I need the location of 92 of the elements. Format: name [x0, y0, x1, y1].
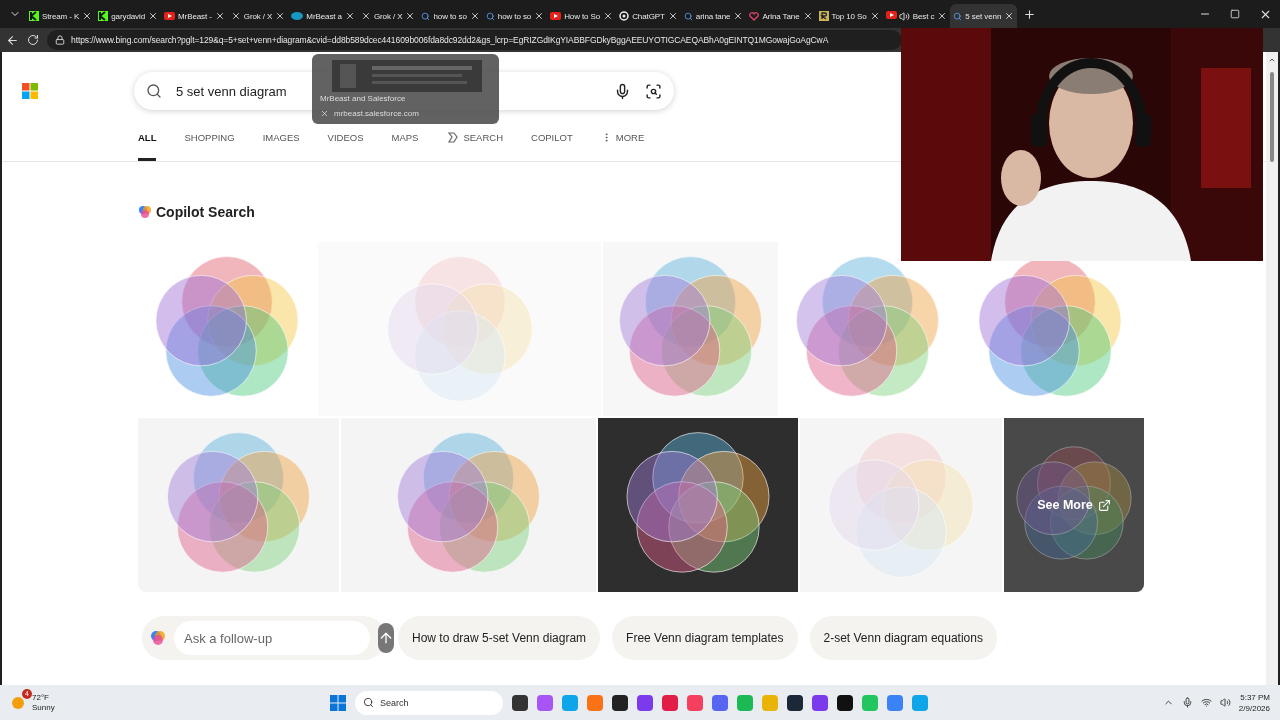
browser-tab[interactable]: MrBeast -	[161, 4, 228, 28]
close-icon[interactable]	[344, 11, 355, 21]
maximize-icon	[1230, 9, 1240, 19]
browser-tab[interactable]: How to So	[547, 4, 617, 28]
close-icon[interactable]	[148, 11, 159, 21]
nav-tab[interactable]: SHOPPING	[184, 116, 235, 161]
new-tab-button[interactable]	[1023, 7, 1037, 21]
back-button[interactable]	[6, 33, 19, 47]
nav-tab[interactable]: MORE	[600, 116, 645, 161]
search-icon	[683, 11, 693, 21]
close-icon[interactable]	[733, 11, 744, 21]
browser-tab[interactable]: Stream - K	[26, 4, 96, 28]
microphone-icon[interactable]	[614, 82, 631, 100]
browser-tab[interactable]: how to so	[418, 4, 483, 28]
close-icon[interactable]	[469, 11, 480, 21]
search-icon	[953, 11, 963, 21]
suggestion-chip[interactable]: Free Venn diagram templates	[612, 616, 798, 660]
temperature: 72°F	[32, 692, 50, 703]
suggestion-chip[interactable]: 2-set Venn diagram equations	[809, 616, 997, 660]
speaker-icon[interactable]	[1219, 697, 1231, 708]
knot-logo-icon	[619, 11, 630, 21]
browser-tab[interactable]: Arina Tane	[746, 4, 816, 28]
nav-tab[interactable]: IMAGES	[262, 116, 300, 161]
app-icon[interactable]	[837, 694, 853, 711]
x-logo-icon	[230, 11, 241, 21]
search-icon	[363, 697, 374, 708]
copilot-logo-icon	[150, 630, 166, 646]
k-logo-icon	[29, 11, 39, 21]
taskbar-search-field[interactable]: Search	[355, 690, 503, 715]
app-icon[interactable]	[612, 694, 628, 711]
search-icon	[421, 11, 431, 21]
close-icon[interactable]	[275, 11, 286, 21]
preview-title: MrBeast and Salesforce	[320, 94, 406, 103]
lock-icon	[55, 35, 65, 45]
close-icon[interactable]	[214, 11, 225, 21]
weather-condition: Sunny	[32, 702, 55, 713]
browser-tab[interactable]: Top 10 So	[815, 4, 883, 28]
nav-tab[interactable]: ALL	[138, 116, 157, 161]
sun-icon	[10, 694, 26, 711]
heart-icon	[749, 11, 760, 21]
play-icon	[885, 10, 897, 19]
search-icon	[146, 83, 162, 99]
browser-tab[interactable]: Grok / X	[357, 4, 419, 28]
send-button[interactable]	[378, 623, 394, 653]
address-bar[interactable]: https://www.bing.com/search?pglt=129&q=5+set+venn+diagram&cvid=dd8b589dcec441609b006fda8dc92dd2&gs_lcrp=EgRIZGdIKgYIABBFGDkyBggAEEUYOTIGCAEQABhA0gEINTQ1MGowajGoAgCwA	[47, 30, 902, 50]
browser-tab[interactable]: Best c	[882, 4, 951, 28]
windows-logo-icon	[22, 83, 38, 99]
camera-search-icon[interactable]	[645, 82, 662, 100]
x-logo-icon	[360, 11, 371, 21]
close-icon[interactable]	[667, 11, 678, 21]
close-icon[interactable]	[82, 11, 93, 21]
x-logo-icon	[320, 109, 329, 118]
start-icon[interactable]	[330, 694, 346, 711]
browser-tab[interactable]: MrBeast a	[288, 4, 358, 28]
see-more-link[interactable]: See More	[1004, 418, 1144, 592]
cloud-icon	[291, 12, 304, 20]
section-title: Copilot Search	[156, 204, 255, 220]
app-icon[interactable]	[787, 694, 803, 711]
play-icon	[550, 12, 562, 20]
plus-icon	[1023, 7, 1037, 21]
k-logo-icon	[98, 11, 109, 21]
microphone-icon[interactable]	[1181, 697, 1193, 708]
close-icon[interactable]	[1004, 11, 1015, 21]
browser-tab[interactable]: 5 set venn	[950, 4, 1018, 28]
browser-tab[interactable]: garydavid	[95, 4, 162, 28]
nav-tab[interactable]: SEARCH	[446, 116, 503, 161]
browser-tab[interactable]: how to so	[482, 4, 548, 28]
close-icon[interactable]	[603, 11, 614, 21]
scrollbar-thumb[interactable]	[1270, 72, 1274, 162]
close-icon[interactable]	[405, 11, 416, 21]
follow-up-field[interactable]: Ask a follow-up	[174, 621, 370, 655]
speaker-icon[interactable]	[898, 10, 910, 22]
reload-button[interactable]	[27, 34, 39, 46]
nav-tab[interactable]: COPILOT	[531, 116, 573, 161]
play-icon	[164, 12, 176, 20]
browser-tab[interactable]: arina tane	[680, 4, 747, 28]
close-icon[interactable]	[937, 11, 948, 21]
scroll-up-icon[interactable]	[1268, 56, 1276, 64]
browser-tab[interactable]: ChatGPT	[616, 4, 681, 28]
preview-url: mrbeast.salesforce.com	[334, 109, 419, 118]
external-link-icon	[1097, 498, 1111, 512]
suggestion-chip[interactable]: How to draw 5-set Venn diagram	[398, 616, 601, 660]
clock[interactable]: 5:37 PM 2/9/2026	[1238, 691, 1270, 714]
close-icon[interactable]	[802, 11, 813, 21]
app-icon[interactable]	[512, 694, 528, 711]
r-logo-icon	[818, 11, 829, 21]
network-icon[interactable]	[1200, 697, 1212, 708]
close-icon[interactable]	[869, 11, 880, 21]
close-icon[interactable]	[534, 11, 545, 21]
search-icon	[485, 11, 495, 21]
copilot-logo-icon	[138, 205, 152, 219]
browser-tab[interactable]: Grok / X	[227, 4, 289, 28]
